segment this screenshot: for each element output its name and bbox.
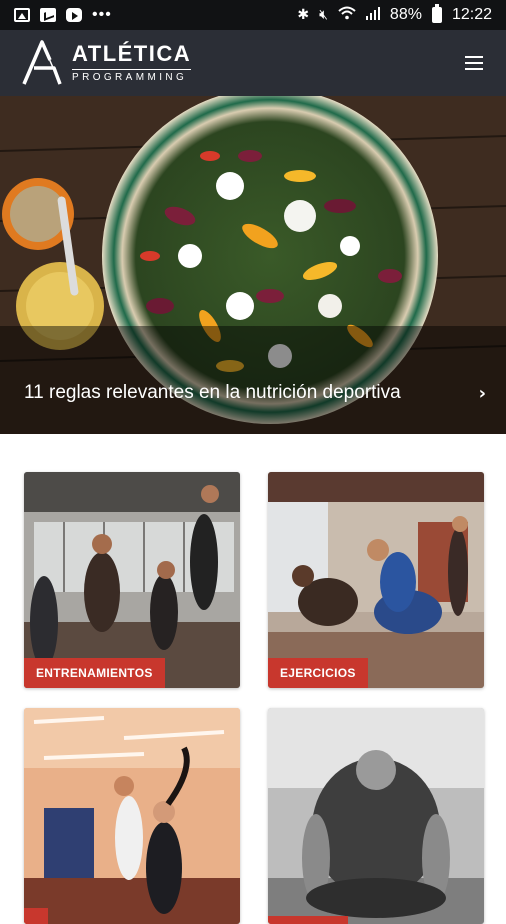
logo-subtitle: PROGRAMMING [72,69,192,83]
gallery-icon [14,8,30,22]
logo-title: ATLÉTICA [72,41,192,66]
battery-percent: 88% [389,6,422,23]
category-card-entrenamientos[interactable]: ENTRENAMIENTOS [24,472,240,688]
category-image [268,708,484,924]
category-card-ejercicios[interactable]: EJERCICIOS [268,472,484,688]
category-label: ENTRENAMIENTOS [24,658,165,688]
chevron-right-icon: › [478,382,486,404]
category-label: EJERCICIOS [268,658,368,688]
hamburger-icon-line [465,68,483,70]
hamburger-icon-line [465,62,483,64]
wifi-icon [338,6,356,24]
menu-button[interactable] [460,49,488,77]
logo-mark-icon [20,38,66,88]
youtube-icon [66,8,82,22]
category-grid: ENTRENAMIENTOS EJERCICIOS [24,472,484,924]
app-bar: ATLÉTICA PROGRAMMING [0,30,506,96]
clock: 12:22 [451,6,492,23]
more-dots-icon: ••• [92,6,112,23]
bluetooth-icon: ✱ [297,7,310,23]
status-left: ••• [14,6,112,24]
hero-caption-text: 11 reglas relevantes en la nutrición dep… [24,382,401,403]
category-label [24,908,48,924]
mail-icon [40,8,56,22]
logo-text: ATLÉTICA PROGRAMMING [72,41,192,83]
app-logo[interactable]: ATLÉTICA PROGRAMMING [20,38,192,88]
category-image [24,708,240,924]
hamburger-icon-line [465,56,483,58]
category-image [268,472,484,688]
status-bar: ••• ✱ 🔇︎ 88% 12:22 [0,0,506,30]
category-image [24,472,240,688]
hero-banner[interactable]: 11 reglas relevantes en la nutrición dep… [0,96,506,434]
signal-icon [365,6,380,24]
hero-caption[interactable]: 11 reglas relevantes en la nutrición dep… [24,382,486,404]
mute-icon: 🔇︎ [319,7,328,23]
category-card-4[interactable] [268,708,484,924]
status-right: ✱ 🔇︎ 88% 12:22 [297,4,492,24]
category-label [268,916,348,924]
battery-icon [431,4,442,23]
category-card-3[interactable] [24,708,240,924]
